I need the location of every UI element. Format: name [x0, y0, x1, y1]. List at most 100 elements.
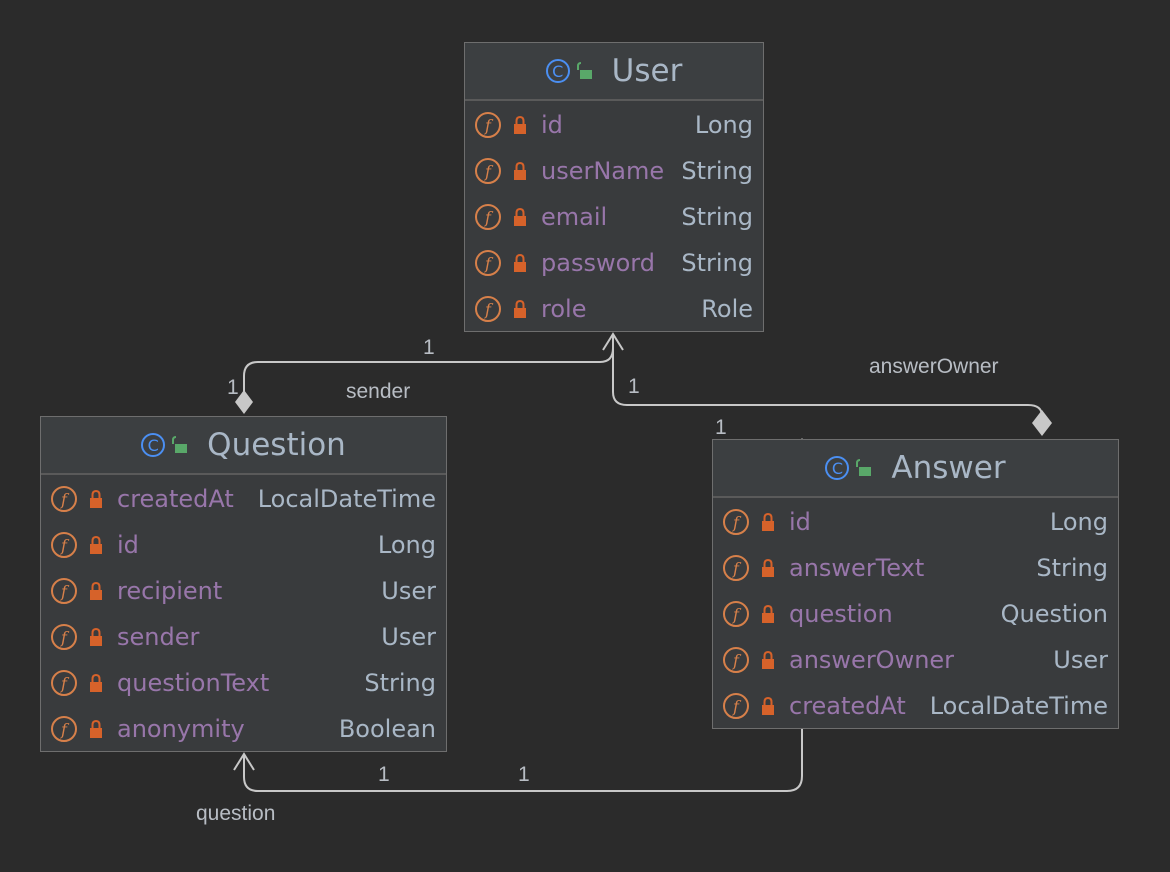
- field-icon: f: [51, 670, 77, 696]
- field-name: sender: [117, 623, 200, 651]
- class-title: Question: [207, 427, 346, 463]
- lock-icon: [90, 719, 102, 738]
- field-icon: f: [723, 509, 749, 535]
- field-row[interactable]: f id Long: [713, 499, 1118, 545]
- field-icon: f: [723, 601, 749, 627]
- field-row[interactable]: f questionText String: [41, 660, 446, 706]
- field-name: userName: [541, 157, 665, 185]
- class-icon: C: [141, 433, 166, 457]
- field-icon: f: [475, 158, 501, 184]
- field-type: LocalDateTime: [257, 485, 436, 513]
- field-name: id: [117, 531, 139, 559]
- field-name: createdAt: [117, 485, 234, 513]
- field-type: User: [381, 577, 436, 605]
- field-icon: f: [475, 250, 501, 276]
- lock-icon: [762, 696, 774, 715]
- field-icon: f: [723, 555, 749, 581]
- sender-source-multiplicity: 1: [227, 376, 239, 399]
- field-type: User: [381, 623, 436, 651]
- class-header: C Question: [41, 417, 446, 475]
- field-icon: f: [51, 716, 77, 742]
- field-icon: f: [475, 296, 501, 322]
- field-name: answerOwner: [789, 646, 955, 674]
- field-row[interactable]: f createdAt LocalDateTime: [713, 683, 1118, 729]
- sender-label: sender: [346, 380, 411, 403]
- field-type: Long: [694, 111, 753, 139]
- field-name: password: [541, 249, 655, 277]
- lock-icon: [90, 535, 102, 554]
- field-row[interactable]: f answerOwner User: [713, 637, 1118, 683]
- class-icon: C: [825, 456, 850, 480]
- field-row[interactable]: f answerText String: [713, 545, 1118, 591]
- unlocked-icon: [855, 459, 873, 477]
- sender-user-multiplicity: 1: [423, 336, 435, 359]
- class-question[interactable]: C Question f createdAt LocalDateTime f i…: [40, 416, 447, 752]
- question-target-multiplicity: 1: [378, 763, 390, 786]
- field-row[interactable]: f question Question: [713, 591, 1118, 637]
- field-name: role: [541, 295, 587, 323]
- lock-icon: [514, 207, 526, 226]
- field-type: Role: [701, 295, 753, 323]
- field-type: User: [1053, 646, 1108, 674]
- class-answer[interactable]: C Answer f id Long f answerText String f…: [712, 439, 1119, 729]
- field-type: String: [681, 249, 753, 277]
- lock-icon: [90, 581, 102, 600]
- question-source-multiplicity: 1: [518, 763, 530, 786]
- field-name: createdAt: [789, 692, 906, 720]
- field-type: String: [364, 669, 436, 697]
- field-name: questionText: [117, 669, 270, 697]
- field-row[interactable]: f createdAt LocalDateTime: [41, 476, 446, 522]
- answer-owner-user-multiplicity: 1: [628, 375, 640, 398]
- lock-icon: [90, 627, 102, 646]
- field-list: f id Long f answerText String f question…: [713, 498, 1118, 729]
- field-list: f createdAt LocalDateTime f id Long f re…: [41, 475, 446, 752]
- field-name: anonymity: [117, 715, 245, 743]
- field-icon: f: [51, 624, 77, 650]
- field-icon: f: [51, 532, 77, 558]
- answer-owner-composition-diamond: [1032, 410, 1052, 436]
- field-name: question: [789, 600, 893, 628]
- field-type: String: [681, 157, 753, 185]
- class-header: C User: [465, 43, 763, 101]
- field-row[interactable]: f id Long: [465, 102, 763, 148]
- lock-icon: [762, 604, 774, 623]
- lock-icon: [514, 299, 526, 318]
- lock-icon: [762, 512, 774, 531]
- lock-icon: [762, 558, 774, 577]
- field-icon: f: [475, 204, 501, 230]
- field-name: id: [541, 111, 563, 139]
- field-row[interactable]: f recipient User: [41, 568, 446, 614]
- field-icon: f: [475, 112, 501, 138]
- question-label: question: [196, 802, 276, 825]
- field-row[interactable]: f userName String: [465, 148, 763, 194]
- class-title: User: [611, 53, 683, 89]
- field-type: Long: [377, 531, 436, 559]
- field-row[interactable]: f anonymity Boolean: [41, 706, 446, 752]
- field-name: answerText: [789, 554, 925, 582]
- field-name: recipient: [117, 577, 223, 605]
- unlocked-icon: [171, 436, 189, 454]
- class-header: C Answer: [713, 440, 1118, 498]
- field-type: String: [681, 203, 753, 231]
- lock-icon: [90, 673, 102, 692]
- field-name: id: [789, 508, 811, 536]
- field-type: LocalDateTime: [929, 692, 1108, 720]
- field-icon: f: [723, 647, 749, 673]
- field-icon: f: [51, 578, 77, 604]
- answer-owner-source-multiplicity: 1: [715, 416, 727, 439]
- field-row[interactable]: f role Role: [465, 286, 763, 332]
- unlocked-icon: [576, 62, 594, 80]
- field-type: Question: [1000, 600, 1108, 628]
- field-type: Long: [1049, 508, 1108, 536]
- field-list: f id Long f userName String f email Stri…: [465, 101, 763, 332]
- field-row[interactable]: f id Long: [41, 522, 446, 568]
- field-row[interactable]: f sender User: [41, 614, 446, 660]
- field-row[interactable]: f email String: [465, 194, 763, 240]
- field-row[interactable]: f password String: [465, 240, 763, 286]
- class-icon: C: [545, 59, 570, 83]
- class-user[interactable]: C User f id Long f userName String f ema…: [464, 42, 764, 332]
- field-icon: f: [723, 693, 749, 719]
- field-type: String: [1036, 554, 1108, 582]
- class-title: Answer: [891, 450, 1006, 486]
- field-icon: f: [51, 486, 77, 512]
